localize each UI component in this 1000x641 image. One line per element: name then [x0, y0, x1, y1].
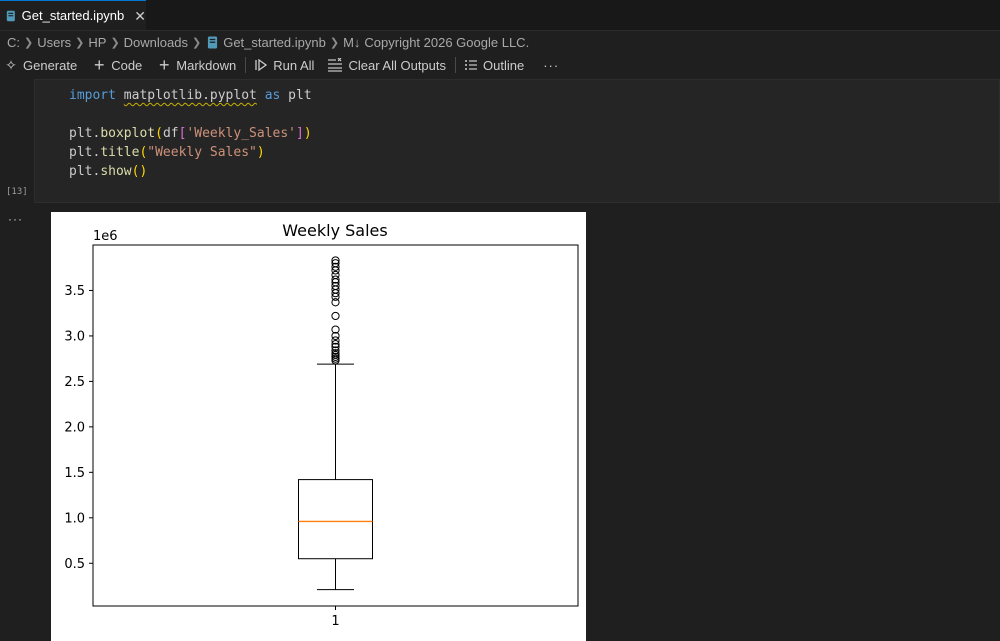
notebook-file-icon	[208, 36, 218, 48]
editor-tab-bar: Get_started.ipynb ✕	[0, 0, 1000, 31]
code-line-5: plt.show()	[69, 164, 148, 179]
chevron-right-icon: ❯	[192, 36, 202, 49]
breadcrumb-markdown-cell[interactable]: Copyright 2026 Google LLC.	[364, 35, 529, 50]
breadcrumb: C: ❯ Users ❯ HP ❯ Downloads ❯ Get_starte…	[0, 31, 1000, 53]
breadcrumb-notebook[interactable]: Get_started.ipynb	[223, 35, 326, 50]
code-label: Code	[111, 57, 143, 73]
breadcrumb-downloads[interactable]: Downloads	[124, 35, 188, 50]
clear-all-icon	[328, 58, 343, 72]
code-cell[interactable]: import matplotlib.pyplot as plt plt.boxp…	[34, 79, 1000, 203]
chart-title: Weekly Sales	[282, 221, 387, 240]
breadcrumb-users[interactable]: Users	[37, 35, 71, 50]
clear-all-outputs-button[interactable]: Clear All Outputs	[327, 58, 453, 73]
generate-button[interactable]: ✧ Generate	[4, 57, 84, 74]
y-tick-label: 2.5	[64, 375, 85, 390]
toolbar-divider	[245, 57, 247, 73]
run-all-icon	[255, 58, 268, 72]
y-tick-label: 0.5	[64, 557, 85, 572]
close-icon[interactable]: ✕	[134, 9, 146, 23]
plot-output: Weekly Sales 1e6 0.5 1.0 1.5 2.0 2.5 3.0 3.5 1	[51, 212, 586, 641]
y-tick-label: 1.0	[64, 511, 85, 526]
output-more-icon[interactable]: ···	[8, 212, 23, 226]
y-tick-label: 1.5	[64, 466, 85, 481]
notebook-toolbar: ✧ Generate + Code + Markdown Run All Cle…	[0, 53, 1000, 77]
iqr-box	[298, 479, 373, 560]
y-tick-label: 2.0	[64, 420, 85, 435]
breadcrumb-hp[interactable]: HP	[88, 35, 106, 50]
list-icon	[465, 60, 477, 70]
plus-icon: +	[93, 54, 105, 75]
run-all-label: Run All	[273, 57, 315, 73]
y-tick-label: 3.5	[64, 284, 85, 299]
run-all-button[interactable]: Run All	[254, 58, 321, 73]
clear-all-outputs-label: Clear All Outputs	[348, 57, 446, 73]
markdown-label: Markdown	[176, 57, 237, 73]
markdown-icon: M↓	[343, 34, 361, 50]
tab-get-started[interactable]: Get_started.ipynb ✕	[0, 0, 146, 30]
execution-count: [13]	[6, 187, 28, 197]
outlier-point	[331, 311, 340, 321]
tab-label: Get_started.ipynb	[21, 8, 125, 23]
outline-button[interactable]: Outline	[464, 58, 531, 73]
notebook-file-icon	[6, 10, 15, 21]
code-line-4: plt.title("Weekly Sales")	[69, 145, 265, 160]
add-markdown-cell-button[interactable]: + Markdown	[157, 55, 243, 76]
breadcrumb-drive[interactable]: C:	[7, 35, 20, 50]
add-code-cell-button[interactable]: + Code	[92, 55, 149, 76]
outline-label: Outline	[483, 57, 525, 73]
boxplot-chart: Weekly Sales 1e6 0.5 1.0 1.5 2.0 2.5 3.0 3.5 1	[64, 221, 579, 629]
plus-icon: +	[159, 54, 170, 75]
code-line-1: import matplotlib.pyplot as plt	[69, 88, 312, 103]
chevron-right-icon: ❯	[75, 36, 85, 49]
chevron-right-icon: ❯	[24, 36, 34, 49]
more-actions-icon[interactable]: ···	[537, 58, 565, 73]
x-tick-label: 1	[331, 614, 339, 629]
y-tick-label: 3.0	[64, 329, 85, 344]
sparkle-icon: ✧	[5, 56, 17, 73]
generate-label: Generate	[23, 57, 78, 73]
code-editor[interactable]: import matplotlib.pyplot as plt plt.boxp…	[69, 86, 312, 181]
chevron-right-icon: ❯	[329, 36, 340, 49]
y-offset-label: 1e6	[93, 229, 118, 244]
code-line-3: plt.boxplot(df['Weekly_Sales'])	[69, 126, 312, 141]
toolbar-divider	[455, 57, 456, 73]
chevron-right-icon: ❯	[110, 36, 120, 49]
